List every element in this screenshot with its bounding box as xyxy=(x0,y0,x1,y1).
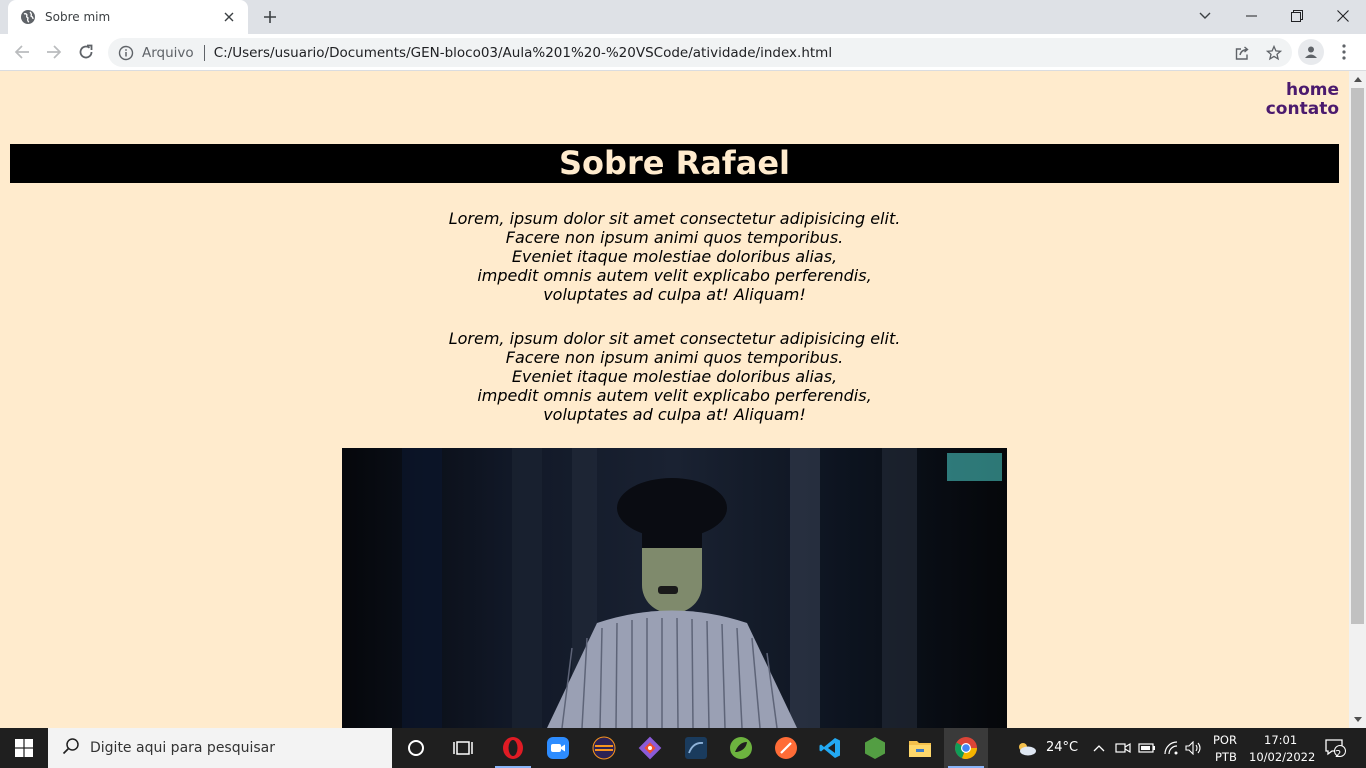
reload-button[interactable] xyxy=(72,38,100,66)
kebab-menu-icon[interactable] xyxy=(1332,39,1356,65)
keyboard-layout-indicator[interactable]: PTB xyxy=(1215,750,1237,764)
paragraph-line: voluptates ad culpa at! Aliquam! xyxy=(543,285,806,304)
postman-icon[interactable] xyxy=(764,728,808,768)
globe-icon xyxy=(20,9,36,25)
taskbar-search-box[interactable]: Digite aqui para pesquisar xyxy=(48,728,392,768)
start-button[interactable] xyxy=(0,728,48,768)
scroll-down-arrow-icon[interactable] xyxy=(1349,711,1366,728)
mysql-workbench-icon[interactable] xyxy=(674,728,718,768)
vertical-scrollbar[interactable] xyxy=(1349,71,1366,728)
page-viewport: home contato Sobre Rafael Lorem, ipsum d… xyxy=(0,71,1349,728)
clock-time[interactable]: 17:01 xyxy=(1264,733,1297,747)
close-tab-icon[interactable] xyxy=(220,8,238,26)
page-nav: home contato xyxy=(1266,81,1339,119)
wifi-icon[interactable] xyxy=(1162,740,1180,756)
browser-tab[interactable]: Sobre mim xyxy=(8,0,248,34)
clock-date[interactable]: 10/02/2022 xyxy=(1249,750,1315,764)
paragraph-line: Eveniet itaque molestiae doloribus alias… xyxy=(511,247,838,266)
minimize-button[interactable] xyxy=(1228,0,1274,32)
paragraph-line: Lorem, ipsum dolor sit amet consectetur … xyxy=(448,329,901,348)
search-placeholder: Digite aqui para pesquisar xyxy=(90,740,276,756)
volume-icon[interactable] xyxy=(1185,740,1203,756)
profile-avatar-icon[interactable] xyxy=(1298,39,1324,65)
chevron-up-icon[interactable] xyxy=(1090,740,1108,756)
close-window-button[interactable] xyxy=(1320,0,1366,32)
tab-title: Sobre mim xyxy=(45,10,111,24)
chrome-icon[interactable] xyxy=(944,728,988,768)
share-icon[interactable] xyxy=(1228,39,1256,67)
address-separator xyxy=(203,44,205,61)
windows-logo-icon xyxy=(15,739,33,757)
back-button[interactable] xyxy=(8,38,36,66)
paragraph-2: Lorem, ipsum dolor sit amet consectetur … xyxy=(0,329,1349,424)
restore-button[interactable] xyxy=(1274,0,1320,32)
address-bar[interactable]: Arquivo C:/Users/usuario/Documents/GEN-b… xyxy=(108,38,1292,67)
meet-now-icon[interactable] xyxy=(1114,740,1132,756)
file-scheme-label: Arquivo xyxy=(142,44,194,61)
page-title: Sobre Rafael xyxy=(10,144,1339,183)
opera-icon[interactable] xyxy=(491,728,535,768)
url-text[interactable]: C:/Users/usuario/Documents/GEN-bloco03/A… xyxy=(214,45,1228,61)
paragraph-line: impedit omnis autem velit explicabo perf… xyxy=(477,266,872,285)
language-indicator[interactable]: POR xyxy=(1213,733,1237,747)
tab-search-chevron-icon[interactable] xyxy=(1182,0,1228,32)
scrollbar-thumb[interactable] xyxy=(1351,88,1364,624)
site-info-icon[interactable] xyxy=(118,45,134,61)
paragraph-line: Eveniet itaque molestiae doloribus alias… xyxy=(511,367,838,386)
scroll-up-arrow-icon[interactable] xyxy=(1349,71,1366,88)
bookmark-star-icon[interactable] xyxy=(1260,39,1288,67)
home-link[interactable]: home xyxy=(1266,81,1339,100)
weather-cloud-icon[interactable] xyxy=(1014,740,1038,756)
new-tab-button[interactable] xyxy=(258,6,282,28)
vscode-icon[interactable] xyxy=(808,728,852,768)
browser-toolbar: Arquivo C:/Users/usuario/Documents/GEN-b… xyxy=(0,34,1366,71)
weather-temperature[interactable]: 24°C xyxy=(1046,740,1078,755)
forward-button[interactable] xyxy=(40,38,68,66)
paragraph-line: Facere non ipsum animi quos temporibus. xyxy=(505,348,844,367)
nodejs-icon[interactable] xyxy=(853,728,897,768)
paragraph-line: Facere non ipsum animi quos temporibus. xyxy=(505,228,844,247)
cortana-icon[interactable] xyxy=(394,728,438,768)
windows-taskbar: Digite aqui para pesquisar 24°C POR PTB … xyxy=(0,728,1366,768)
zoom-icon[interactable] xyxy=(536,728,580,768)
paragraph-1: Lorem, ipsum dolor sit amet consectetur … xyxy=(0,209,1349,304)
search-icon xyxy=(62,737,80,759)
spring-tool-icon[interactable] xyxy=(719,728,763,768)
paragraph-line: impedit omnis autem velit explicabo perf… xyxy=(477,386,872,405)
profile-photo xyxy=(342,448,1007,728)
paragraph-line: voluptates ad culpa at! Aliquam! xyxy=(543,405,806,424)
battery-icon[interactable] xyxy=(1138,740,1156,756)
notification-count: 2 xyxy=(1335,749,1342,760)
contato-link[interactable]: contato xyxy=(1266,100,1339,119)
task-view-icon[interactable] xyxy=(441,728,485,768)
tab-strip: Sobre mim xyxy=(0,0,1366,34)
git-icon[interactable] xyxy=(628,728,672,768)
file-explorer-icon[interactable] xyxy=(898,728,942,768)
paragraph-line: Lorem, ipsum dolor sit amet consectetur … xyxy=(448,209,901,228)
eclipse-icon[interactable] xyxy=(582,728,626,768)
